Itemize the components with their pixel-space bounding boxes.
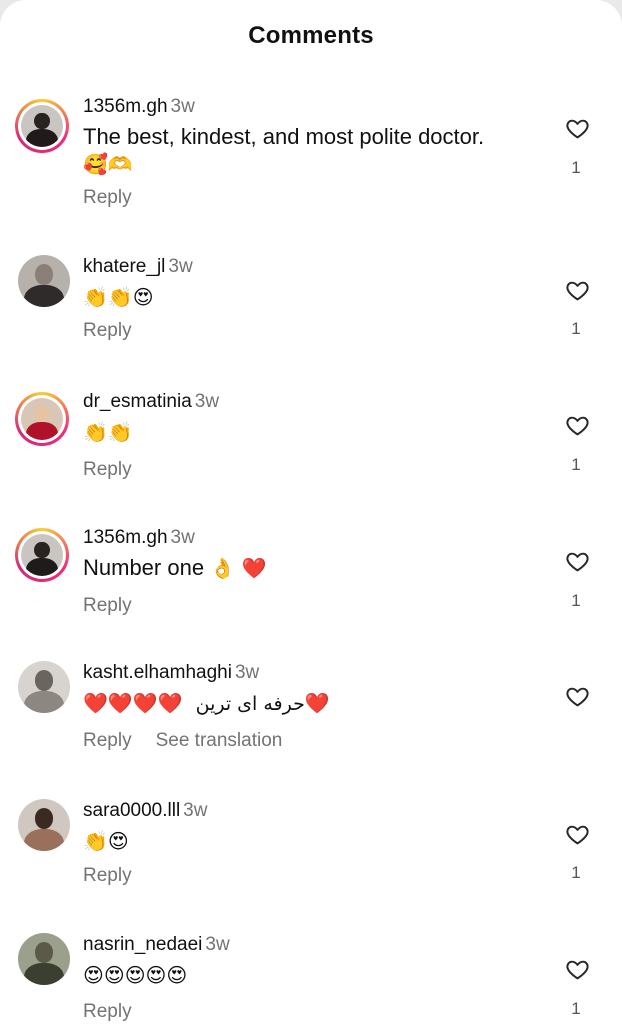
like-count: 1 [571, 158, 581, 177]
avatar[interactable] [18, 661, 70, 713]
heart-icon[interactable] [565, 957, 590, 982]
comment-actions: Reply See translation [83, 730, 306, 752]
comment-emojis: ❤️❤️❤️❤️ [83, 691, 183, 715]
comment-meta: nasrin_nedaei 3w [83, 933, 230, 957]
comment-emojis: 😍😍😍😍😍 [83, 963, 188, 987]
heart-icon[interactable] [565, 413, 590, 438]
comment-actions: Reply [83, 459, 156, 481]
heart-icon[interactable] [565, 549, 590, 574]
comment-meta: dr_esmatinia 3w [83, 390, 219, 414]
comment-username[interactable]: dr_esmatinia [83, 391, 192, 412]
comment-actions: Reply [83, 320, 156, 342]
comment-emoji-trailing: ❤️ [304, 691, 330, 715]
avatar[interactable] [18, 933, 70, 985]
see-translation-button[interactable]: See translation [156, 730, 283, 751]
comment-time: 3w [183, 800, 208, 821]
avatar[interactable] [15, 392, 69, 446]
like-count: 1 [571, 591, 581, 610]
comments-sheet: Comments 1356m.gh 3w The best, kindest, a… [0, 0, 622, 1024]
reply-button[interactable]: Reply [83, 1001, 132, 1022]
comment-username[interactable]: 1356m.gh [83, 527, 168, 548]
comment-emojis: 🥰🫶 [83, 152, 133, 176]
comment-time: 3w [205, 934, 230, 955]
like-count: 1 [571, 455, 581, 474]
sheet-header: Comments [0, 18, 622, 58]
like-count: 1 [571, 999, 581, 1018]
comment-time: 3w [234, 662, 260, 683]
comment-time: 3w [168, 256, 193, 277]
comment-actions: Reply [83, 1001, 156, 1023]
heart-icon[interactable] [565, 822, 590, 847]
comment-username[interactable]: khatere_jl [83, 256, 165, 277]
avatar[interactable] [15, 528, 69, 582]
comment-time: 3w [170, 527, 195, 548]
comment-username[interactable]: sara0000.lll [83, 800, 180, 821]
comment-meta: 1356m.gh 3w [83, 95, 195, 119]
comment-meta: khatere_jl 3w [83, 255, 193, 279]
heart-icon[interactable] [565, 684, 590, 709]
comment-text: ❤️❤️❤️❤️ حرفه ای ترین❤️ [83, 689, 331, 718]
comment-text: Number one 👌 ❤️ [83, 554, 267, 582]
avatar[interactable] [15, 99, 69, 153]
like-count: 1 [571, 863, 581, 882]
like-count: 1 [571, 319, 581, 338]
comment-meta: 1356m.gh 3w [83, 526, 195, 550]
reply-button[interactable]: Reply [83, 865, 132, 886]
comment-time: 3w [194, 391, 220, 412]
heart-icon[interactable] [565, 278, 590, 303]
comment-username[interactable]: nasrin_nedaei [83, 934, 202, 955]
comment-actions: Reply [83, 595, 156, 617]
reply-button[interactable]: Reply [83, 459, 132, 480]
reply-button[interactable]: Reply [83, 730, 132, 751]
reply-button[interactable]: Reply [83, 595, 132, 616]
comment-meta: sara0000.lll 3w [83, 799, 207, 823]
comment-emojis: 👏👏 [83, 420, 133, 444]
reply-button[interactable]: Reply [83, 187, 132, 208]
comment-username[interactable]: 1356m.gh [83, 96, 168, 117]
comment-emojis: 👏😍 [83, 829, 129, 853]
comment-text: The best, kindest, and most polite docto… [83, 124, 485, 149]
avatar[interactable] [18, 799, 70, 851]
avatar[interactable] [18, 255, 70, 307]
heart-icon[interactable] [565, 116, 590, 141]
comment-time: 3w [170, 96, 195, 117]
reply-button[interactable]: Reply [83, 320, 132, 341]
comment-body: Number one [83, 555, 205, 580]
comment-actions: Reply [83, 865, 156, 887]
comment-emojis: 👌 ❤️ [210, 556, 267, 580]
comment-emojis: 👏👏😍 [83, 285, 154, 309]
comment-meta: kasht.elhamhaghi 3w [83, 661, 259, 685]
comment-actions: Reply [83, 187, 156, 209]
comment-rtl-text: حرفه ای ترین [195, 693, 305, 715]
comment-username[interactable]: kasht.elhamhaghi [83, 662, 232, 683]
page-title: Comments [248, 22, 374, 49]
